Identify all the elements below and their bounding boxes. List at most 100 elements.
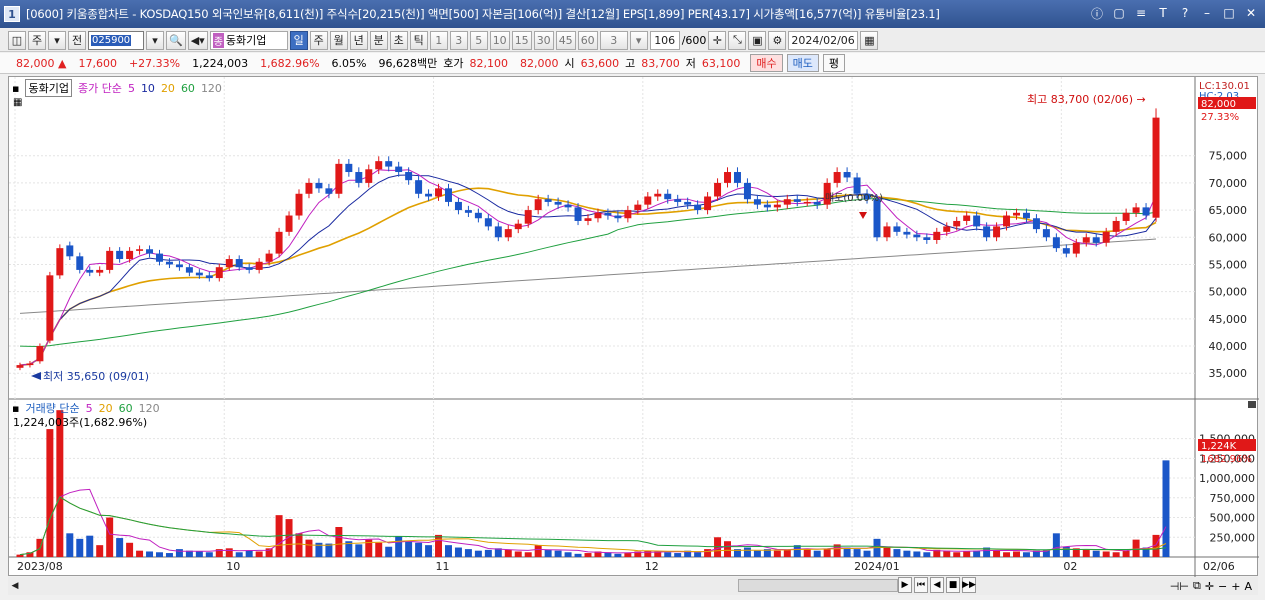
minimize-button[interactable]: – [1199,5,1215,21]
volume-bar [803,549,811,557]
sell-button[interactable]: 매도 [786,54,819,72]
price-volume-chart[interactable]: 75,000 70,000 65,000 60,000 55,000 50,000 45,0… [9,77,1259,577]
interval-week[interactable]: 주 [309,30,328,50]
period-dropdown-icon[interactable]: ▾ [48,30,66,50]
gear-icon[interactable]: ⚙ [768,30,787,50]
candle-body [46,275,54,341]
period-type-select[interactable]: 주 [28,30,46,50]
candle-body [1042,229,1050,238]
minute-30[interactable]: 30 [533,30,554,50]
candle-body [156,253,163,262]
legend-ma10: 10 [140,81,155,95]
legend-ma20: 20 [160,81,175,95]
prev-icon[interactable]: ◀ [930,577,944,593]
auto-scale-button[interactable]: A [1244,580,1252,593]
ruler-icon[interactable]: ⊣⊢ [1170,580,1189,593]
candle-body [106,250,114,270]
volume-bar [614,553,622,557]
stock-code-input[interactable]: 025900 [88,30,144,50]
buy-button[interactable]: 매수 [750,54,783,72]
candle-body [1082,237,1090,243]
mode-select[interactable]: 전 [68,30,86,50]
code-dropdown-icon[interactable]: ▾ [146,30,164,50]
candle-body [66,245,74,257]
price-tag: 82,000 [1201,99,1236,110]
volume-bar [16,554,24,557]
price-tick-label: 70,000 [1209,177,1248,190]
volume-tick-label: 500,000 [1210,512,1256,525]
save-icon[interactable]: ▣ [748,30,767,50]
minute-dropdown-icon[interactable]: ▾ [629,30,648,50]
count-input[interactable]: 106 [649,30,680,50]
date-input[interactable]: 2024/02/06 [788,30,859,50]
candle-body [634,204,642,211]
volume-bar [395,536,403,557]
crosshair-tool-icon[interactable]: ✛ [1205,580,1214,593]
table-icon[interactable]: ▦ [13,97,22,108]
zoom-in-button[interactable]: + [1231,580,1240,593]
candle-body [494,226,502,238]
zoom-out-button[interactable]: − [1218,580,1227,593]
volume-bar [305,539,313,557]
minute-3[interactable]: 3 [449,30,468,50]
minute-45[interactable]: 45 [555,30,576,50]
volume-pct: 1,682.96% [260,56,320,70]
play-icon[interactable]: ▶ [898,577,912,593]
volume-bar [126,542,134,557]
volume-bar [385,546,393,557]
speaker-icon[interactable]: ◀▾ [187,30,208,50]
legend-vol-ma120: 120 [138,401,160,415]
interval-minute[interactable]: 분 [369,30,388,50]
copy-icon[interactable]: ⧉ [1193,579,1201,593]
stop-icon[interactable]: ■ [946,577,960,593]
signal-annotation: 매도(0.00%) [825,192,883,204]
close-button[interactable]: ✕ [1243,5,1259,21]
price-tick-label: 75,000 [1209,150,1248,163]
stock-name-field[interactable]: 종 동화기업 [209,30,288,50]
interval-tick[interactable]: 틱 [409,30,428,50]
candle-body [1052,237,1060,249]
volume-bar [1003,552,1011,557]
volume-bar [534,545,542,557]
candle-body [285,215,293,232]
interval-month[interactable]: 월 [329,30,348,50]
interval-second[interactable]: 초 [389,30,408,50]
legend-ma120: 120 [200,81,222,95]
maximize-button[interactable]: □ [1221,5,1237,21]
candle-body [544,199,552,202]
window-restore-icon[interactable]: ▢ [1111,5,1127,21]
minute-60[interactable]: 60 [577,30,598,50]
scroll-track[interactable] [738,579,898,592]
minute-10[interactable]: 10 [489,30,510,50]
menu-icon[interactable]: ≡ [1133,5,1149,21]
candle-body [933,231,941,240]
interval-day[interactable]: 일 [289,30,308,50]
minute-15[interactable]: 15 [511,30,532,50]
crosshair-icon[interactable]: ✛ [708,30,727,50]
volume-bar [743,547,751,557]
font-icon[interactable]: T [1155,5,1171,21]
help-icon[interactable]: ? [1177,5,1193,21]
draw-icon[interactable]: ⤡ [728,30,747,50]
chart-area[interactable]: 75,000 70,000 65,000 60,000 55,000 50,000 45,0… [8,76,1259,577]
minute-5[interactable]: 5 [469,30,488,50]
first-icon[interactable]: ⏮ [914,577,928,593]
info-icon[interactable]: ⓘ [1089,5,1105,21]
eval-button[interactable]: 평 [822,54,845,72]
legend-square-icon: ▪ [12,81,20,95]
low-price: 63,100 [701,56,741,70]
open-label: 시 [564,57,575,70]
calendar-icon[interactable]: ▦ [860,30,879,50]
candle-body [165,261,173,265]
toolbar: ◫ 주 ▾ 전 025900 ▾ 🔍 ◀▾ 종 동화기업 일 주 월 년 분 초… [0,29,1265,52]
search-icon[interactable]: 🔍 [166,30,186,50]
scroll-left-icon[interactable]: ◀ [8,579,22,593]
interval-year[interactable]: 년 [349,30,368,50]
fast-forward-icon[interactable]: ▶▶ [962,577,976,593]
candle-body [305,182,313,194]
layout-icon[interactable]: ◫ [8,30,26,50]
minute-select[interactable]: 3 [599,30,628,50]
legend-stock-name[interactable]: 동화기업 [25,79,72,97]
minute-1[interactable]: 1 [429,30,448,50]
candle-body [743,182,751,200]
